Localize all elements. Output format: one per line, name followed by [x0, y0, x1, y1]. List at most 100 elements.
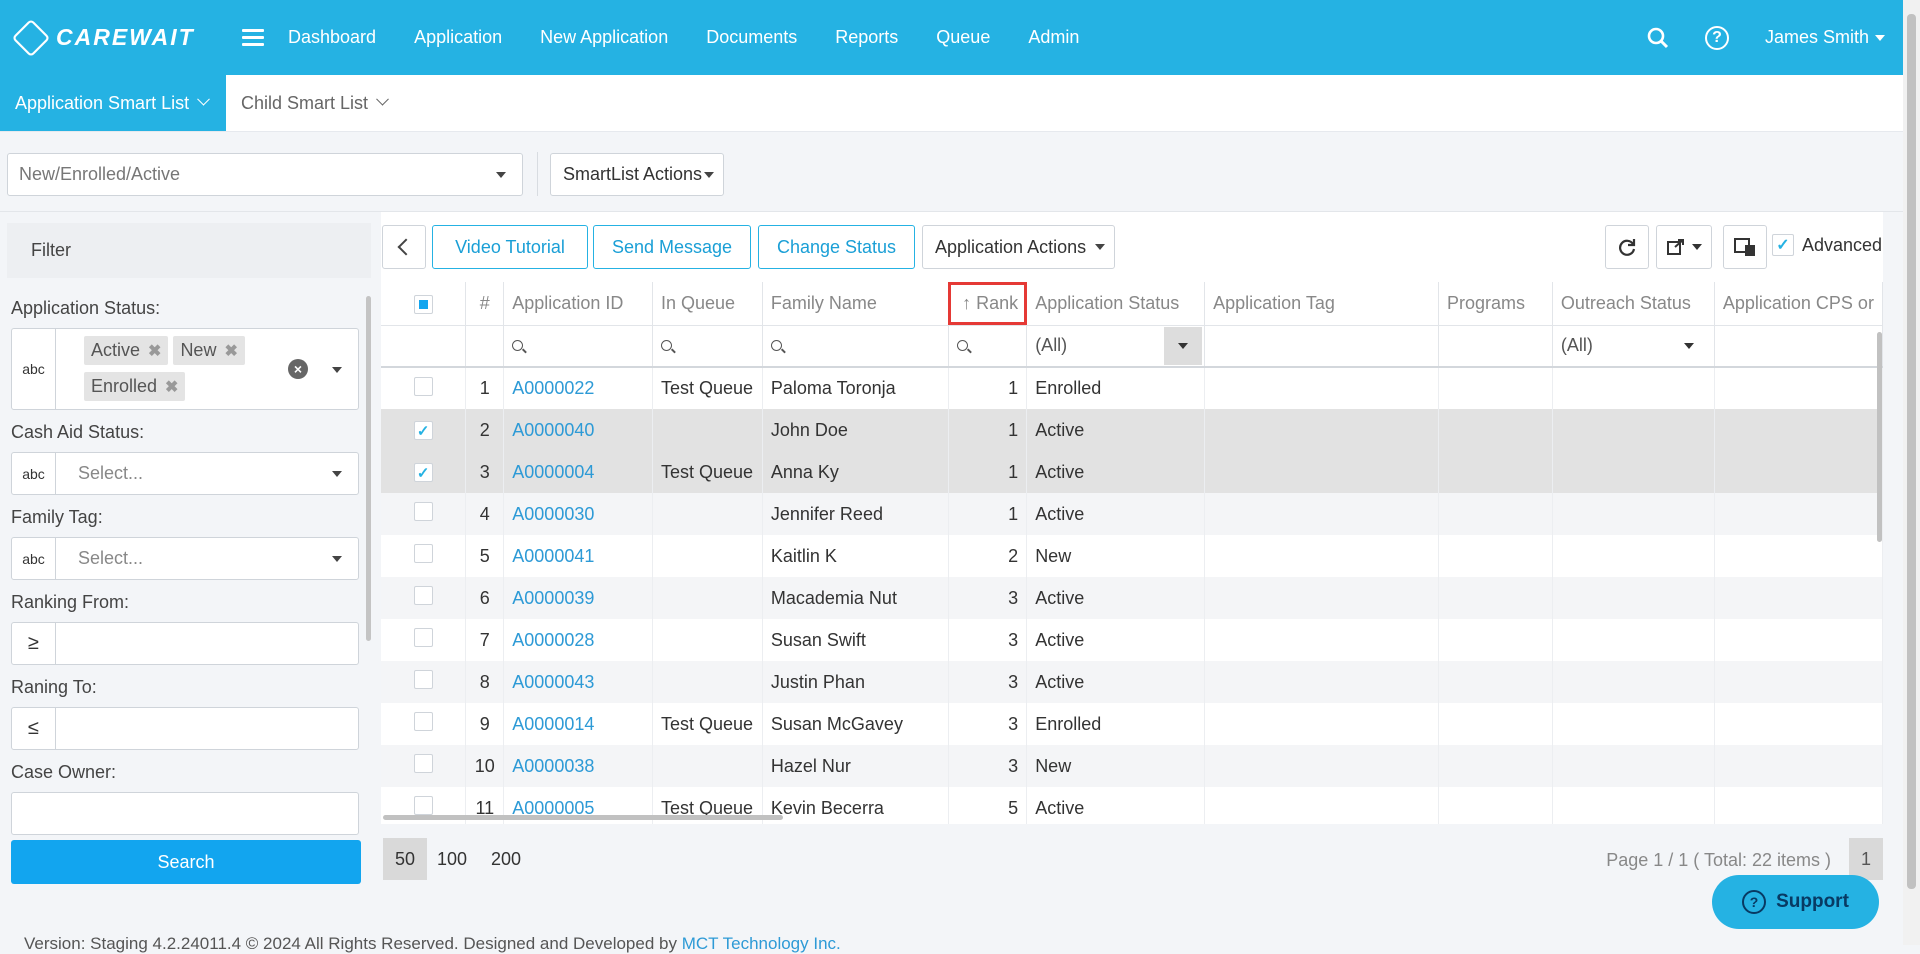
- table-row[interactable]: 5 A0000041 Kaitlin K 2 New: [381, 535, 1884, 577]
- col-header-application-tag[interactable]: Application Tag: [1204, 282, 1440, 326]
- user-menu[interactable]: James Smith: [1765, 27, 1885, 48]
- page-number-button[interactable]: 1: [1849, 838, 1883, 880]
- row-checkbox[interactable]: [413, 796, 433, 815]
- status-filter-dropdown[interactable]: [1164, 326, 1203, 365]
- application-id-link[interactable]: A0000014: [503, 703, 653, 745]
- application-id-link[interactable]: A0000039: [512, 588, 594, 608]
- application-actions-button[interactable]: Application Actions: [922, 225, 1115, 269]
- select-cell[interactable]: [381, 703, 467, 745]
- select-cell[interactable]: ✓: [381, 409, 467, 451]
- help-icon[interactable]: ?: [1704, 25, 1729, 50]
- nav-admin[interactable]: Admin: [1028, 27, 1079, 48]
- tab-application-smart-list[interactable]: Application Smart List: [0, 75, 226, 131]
- ranking-from-input[interactable]: ≥: [11, 622, 359, 665]
- remove-tag-icon[interactable]: ✖: [148, 343, 161, 360]
- nav-dashboard[interactable]: Dashboard: [288, 27, 376, 48]
- row-checkbox[interactable]: [413, 376, 433, 396]
- smart-list-select[interactable]: New/Enrolled/Active: [7, 153, 523, 196]
- application-id-link[interactable]: A0000039: [503, 577, 653, 619]
- application-id-filter[interactable]: [503, 325, 653, 368]
- row-checkbox[interactable]: [413, 502, 433, 521]
- grid-vertical-scrollbar[interactable]: [1877, 332, 1882, 542]
- col-header-outreach-status[interactable]: Outreach Status: [1552, 282, 1715, 326]
- select-cell[interactable]: [381, 619, 467, 661]
- column-chooser-button[interactable]: [1723, 225, 1767, 269]
- filter-scrollbar[interactable]: [366, 296, 371, 641]
- application-id-link[interactable]: A0000028: [512, 630, 594, 650]
- nav-reports[interactable]: Reports: [835, 27, 898, 48]
- select-cell[interactable]: ✓: [381, 451, 467, 493]
- footer-company-link[interactable]: MCT Technology Inc.: [682, 934, 841, 953]
- nav-documents[interactable]: Documents: [706, 27, 797, 48]
- case-owner-input[interactable]: [11, 792, 359, 835]
- select-cell[interactable]: [381, 745, 467, 787]
- in-queue-filter[interactable]: [652, 325, 763, 368]
- row-checkbox[interactable]: [413, 586, 433, 605]
- col-header-in-queue[interactable]: In Queue: [652, 282, 763, 326]
- application-status-multiselect[interactable]: abc Active ✖ New ✖ Enrolled ✖ ×: [11, 328, 359, 410]
- table-row[interactable]: 4 A0000030 Jennifer Reed 1 Active: [381, 493, 1884, 535]
- table-row[interactable]: ✓ 2 A0000040 John Doe 1 Active: [381, 409, 1884, 451]
- smartlist-actions-button[interactable]: SmartList Actions: [550, 153, 724, 196]
- table-row[interactable]: 7 A0000028 Susan Swift 3 Active: [381, 619, 1884, 661]
- brand-logo[interactable]: CAREWAIT: [11, 18, 222, 57]
- application-id-link[interactable]: A0000038: [512, 756, 594, 776]
- application-id-link[interactable]: A0000030: [512, 504, 594, 524]
- col-header-cps[interactable]: Application CPS or: [1714, 282, 1884, 326]
- page-size-200[interactable]: 200: [481, 838, 531, 880]
- remove-tag-icon[interactable]: ✖: [224, 343, 237, 360]
- family-name-filter[interactable]: [762, 325, 949, 368]
- page-scrollbar[interactable]: [1903, 0, 1920, 945]
- select-all-checkbox[interactable]: [413, 294, 433, 314]
- rank-filter[interactable]: [948, 325, 1028, 368]
- nav-new-application[interactable]: New Application: [540, 27, 668, 48]
- search-button[interactable]: Search: [11, 840, 361, 884]
- table-row[interactable]: 8 A0000043 Justin Phan 3 Active: [381, 661, 1884, 703]
- row-checkbox[interactable]: [413, 544, 433, 563]
- search-icon[interactable]: [1647, 27, 1669, 49]
- row-checkbox[interactable]: [413, 712, 433, 731]
- table-row[interactable]: 9 A0000014 Test Queue Susan McGavey 3 Enrolle…: [381, 703, 1884, 745]
- support-button[interactable]: ? Support: [1712, 875, 1879, 929]
- row-checkbox[interactable]: [413, 754, 433, 773]
- application-id-link[interactable]: A0000014: [512, 714, 594, 734]
- remove-tag-icon[interactable]: ✖: [165, 379, 178, 396]
- select-cell[interactable]: [381, 367, 467, 409]
- clear-icon[interactable]: ×: [288, 359, 308, 379]
- family-tag-select[interactable]: abc Select...: [11, 537, 359, 580]
- export-button[interactable]: [1656, 225, 1712, 269]
- table-row[interactable]: 10 A0000038 Hazel Nur 3 New: [381, 745, 1884, 787]
- advanced-toggle[interactable]: ✓ Advanced: [1772, 234, 1882, 256]
- application-id-link[interactable]: A0000004: [503, 451, 653, 493]
- select-all-cell[interactable]: [381, 282, 467, 326]
- application-id-link[interactable]: A0000040: [503, 409, 653, 451]
- application-id-link[interactable]: A0000038: [503, 745, 653, 787]
- application-id-link[interactable]: A0000041: [503, 535, 653, 577]
- application-id-link[interactable]: A0000004: [512, 462, 594, 482]
- dropdown-caret-icon[interactable]: [332, 367, 342, 373]
- application-id-link[interactable]: A0000022: [512, 378, 594, 398]
- application-id-link[interactable]: A0000040: [512, 420, 594, 440]
- refresh-button[interactable]: [1605, 225, 1649, 269]
- application-id-link[interactable]: A0000043: [503, 661, 653, 703]
- menu-icon[interactable]: [242, 25, 264, 50]
- row-checkbox[interactable]: [413, 628, 433, 647]
- tab-child-smart-list[interactable]: Child Smart List: [226, 75, 402, 131]
- col-header-programs[interactable]: Programs: [1438, 282, 1553, 326]
- row-checkbox[interactable]: ✓: [413, 421, 433, 440]
- row-checkbox[interactable]: [413, 670, 433, 689]
- application-id-link[interactable]: A0000043: [512, 672, 594, 692]
- change-status-button[interactable]: Change Status: [758, 225, 915, 269]
- table-row[interactable]: 11 A0000005 Test Queue Kevin Becerra 5 Active: [381, 787, 1884, 829]
- col-header-family-name[interactable]: Family Name: [762, 282, 949, 326]
- table-row[interactable]: ✓ 3 A0000004 Test Queue Anna Ky 1 Active: [381, 451, 1884, 493]
- table-row[interactable]: 1 A0000022 Test Queue Paloma Toronja 1 Enroll…: [381, 367, 1884, 409]
- filter-header[interactable]: Filter: [7, 223, 371, 278]
- col-header-application-id[interactable]: Application ID: [503, 282, 653, 326]
- col-header-rank[interactable]: ↑ Rank: [948, 282, 1028, 326]
- table-row[interactable]: 6 A0000039 Macademia Nut 3 Active: [381, 577, 1884, 619]
- collapse-filter-button[interactable]: [382, 225, 426, 269]
- application-id-link[interactable]: A0000030: [503, 493, 653, 535]
- nav-application[interactable]: Application: [414, 27, 502, 48]
- video-tutorial-button[interactable]: Video Tutorial: [432, 225, 588, 269]
